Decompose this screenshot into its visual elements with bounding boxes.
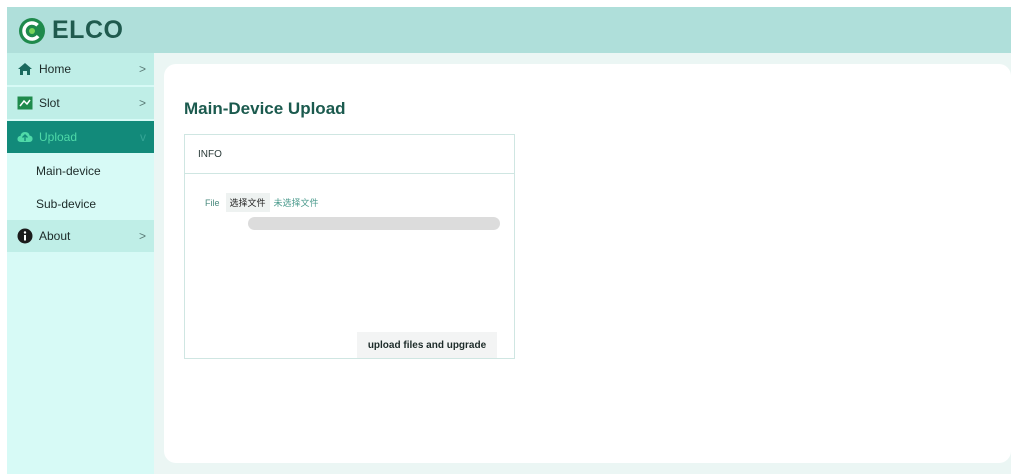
sidebar-subitem-label: Sub-device [36,196,97,211]
home-icon [17,61,33,77]
sidebar: Home > Slot > Upload v Main-device Sub-d… [7,53,154,474]
top-header: ELCO [7,7,1011,53]
upload-icon [17,129,33,145]
sidebar-subitem-sub-device[interactable]: Sub-device [7,187,154,220]
chevron-down-icon: v [140,130,146,144]
card-header: INFO [185,135,514,174]
file-status: 未选择文件 [273,198,319,208]
page-title: Main-Device Upload [184,99,346,118]
chevron-right-icon: > [138,96,146,110]
sidebar-subitem-label: Main-device [36,163,101,178]
choose-file-button[interactable]: 选择文件 [225,193,270,212]
sidebar-item-label: Upload [39,130,78,144]
app-frame: ELCO Home > Slot > Upload v Main-device [7,7,1011,474]
logo-c-icon [19,17,45,44]
sidebar-item-slot[interactable]: Slot > [7,87,154,120]
slot-icon [17,95,33,111]
upload-and-upgrade-button[interactable]: upload files and upgrade [357,332,497,358]
sidebar-subitem-main-device[interactable]: Main-device [7,154,154,187]
chevron-right-icon: > [138,62,146,76]
sidebar-item-label: Home [39,62,72,76]
upload-progress-bar [248,217,500,230]
logo: ELCO [18,16,123,45]
sidebar-item-label: About [39,229,71,243]
sidebar-item-about[interactable]: About > [7,220,154,253]
main-content: Main-Device Upload INFO File 选择文件 未选择文件 … [164,64,1011,463]
file-label: File [205,197,220,208]
file-input-row: File 选择文件 未选择文件 [205,193,319,212]
sidebar-item-label: Slot [39,96,60,110]
logo-text: ELCO [52,16,124,44]
sidebar-item-upload[interactable]: Upload v [7,121,154,154]
info-icon [17,228,33,244]
chevron-right-icon: > [138,229,146,243]
card-header-label: INFO [198,148,222,160]
upload-card: INFO File 选择文件 未选择文件 upload files and up… [184,134,515,359]
sidebar-item-home[interactable]: Home > [7,53,154,86]
